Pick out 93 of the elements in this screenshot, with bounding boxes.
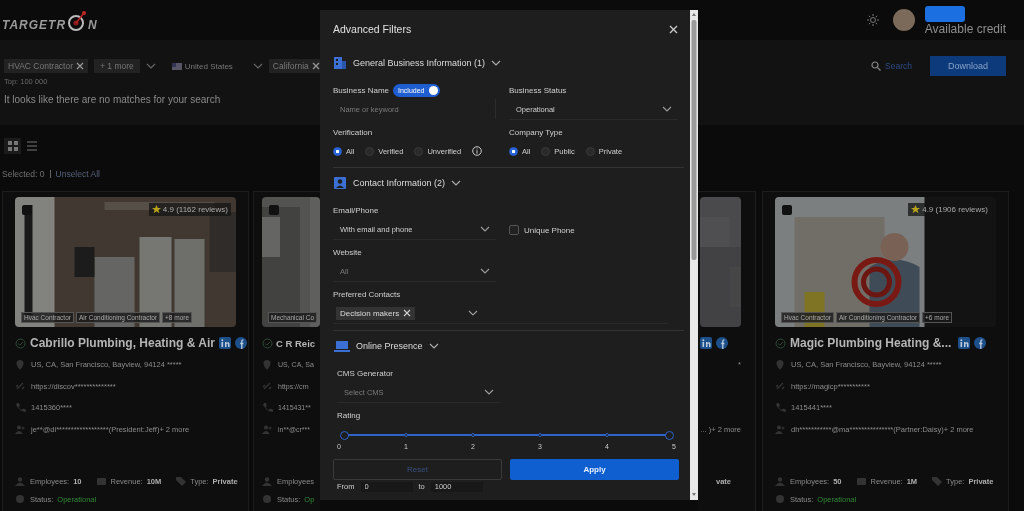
dialog-title: Advanced Filters <box>333 23 412 35</box>
checkbox[interactable] <box>509 225 519 235</box>
apply-button[interactable]: Apply <box>510 459 679 480</box>
more-chip[interactable]: + 1 more <box>94 59 140 73</box>
flag-icon <box>171 62 182 70</box>
download-button[interactable]: Download <box>930 56 1006 76</box>
laptop-icon <box>334 339 350 353</box>
section-header[interactable]: Contact Information (2) <box>353 178 446 188</box>
star-icon <box>151 205 161 214</box>
star-icon <box>911 205 921 214</box>
credit-badge <box>924 6 965 22</box>
target-icon <box>67 10 88 32</box>
check-circle-icon <box>775 337 786 349</box>
link-icon <box>775 380 786 392</box>
phone-icon <box>262 402 273 414</box>
pin-icon <box>262 359 273 371</box>
caret-icon <box>484 389 494 395</box>
company-name: Cabrillo Plumbing, Heating & Air <box>30 336 215 350</box>
grid-icon <box>7 141 18 151</box>
selected-count: Selected: 0 <box>2 169 45 179</box>
list-icon <box>26 141 37 151</box>
logo-text: TARGETR <box>2 18 67 32</box>
logo-text: N <box>88 18 98 32</box>
credit-label: Available credit <box>924 22 1006 36</box>
field-label: Business Name <box>333 85 390 95</box>
selected-chip[interactable]: Decision makers <box>336 306 416 320</box>
field-label: Company Type <box>509 127 563 137</box>
company-name: Magic Plumbing Heating &... <box>790 336 952 350</box>
building-icon <box>333 56 347 70</box>
contact-card-icon <box>333 176 347 190</box>
caret-icon <box>252 63 263 69</box>
field-label: Rating <box>337 410 361 420</box>
field-label: Email/Phone <box>333 205 379 215</box>
linkedin-icon[interactable] <box>218 337 231 349</box>
close-icon[interactable] <box>76 62 85 70</box>
people-icon <box>775 423 786 435</box>
close-icon[interactable] <box>669 24 678 34</box>
people-icon <box>15 475 26 487</box>
card-checkbox[interactable] <box>22 205 32 215</box>
info-icon[interactable] <box>472 146 483 156</box>
field-label: Preferred Contacts <box>333 289 401 299</box>
scrollbar[interactable] <box>690 10 698 500</box>
checkbox-label[interactable]: Unique Phone <box>524 225 575 235</box>
caret-icon <box>480 226 490 232</box>
caret-icon <box>145 63 156 69</box>
caret-icon <box>480 268 490 274</box>
field-label: Website <box>333 247 362 257</box>
people-icon <box>775 475 786 487</box>
caret-icon <box>468 310 478 316</box>
empty-message: It looks like there are no matches for your search <box>4 94 222 105</box>
multi-select[interactable]: Decision makers <box>333 303 668 324</box>
close-icon[interactable] <box>311 62 320 70</box>
grid-view-button[interactable] <box>4 138 21 154</box>
company-name: C R Reic <box>276 337 316 349</box>
close-icon[interactable] <box>403 309 412 317</box>
caret-icon <box>662 106 672 112</box>
status-icon <box>775 493 786 505</box>
people-icon <box>262 475 273 487</box>
linkedin-icon[interactable] <box>700 337 712 349</box>
linkedin-icon[interactable] <box>958 337 970 349</box>
sun-icon[interactable] <box>866 14 879 26</box>
tag-icon <box>931 475 943 487</box>
facebook-icon[interactable] <box>974 337 986 349</box>
phone-icon <box>775 402 786 414</box>
card-checkbox[interactable] <box>269 205 279 215</box>
radio-button[interactable] <box>509 146 518 156</box>
check-circle-icon <box>15 337 26 349</box>
status-icon <box>262 493 273 505</box>
search-icon <box>871 61 882 71</box>
filter-chip[interactable]: HVAC Contractor <box>4 59 89 73</box>
pin-icon <box>775 359 786 371</box>
link-icon <box>262 380 273 392</box>
avatar[interactable] <box>892 9 915 31</box>
field-label: Verification <box>333 127 373 137</box>
section-header[interactable]: General Business Information (1) <box>353 58 486 68</box>
people-icon <box>262 423 273 435</box>
section-header[interactable]: Online Presence <box>356 341 423 351</box>
rating-badge: 4.9 (1162 reviews) <box>148 203 231 216</box>
link-icon <box>15 380 26 392</box>
pin-icon <box>15 359 26 371</box>
status-icon <box>15 493 26 505</box>
field-label: Business Status <box>509 85 567 95</box>
people-icon <box>15 423 26 435</box>
field-label: CMS Generator <box>337 368 394 378</box>
radio-button[interactable] <box>333 146 342 156</box>
rating-badge: 4.9 (1906 reviews) <box>908 203 991 216</box>
tag-icon <box>175 475 187 487</box>
facebook-icon[interactable] <box>716 337 728 349</box>
check-circle-icon <box>262 337 273 349</box>
facebook-icon[interactable] <box>234 337 247 349</box>
country-select[interactable]: United States <box>171 61 233 71</box>
phone-icon <box>15 402 26 414</box>
card-checkbox[interactable] <box>782 205 792 215</box>
